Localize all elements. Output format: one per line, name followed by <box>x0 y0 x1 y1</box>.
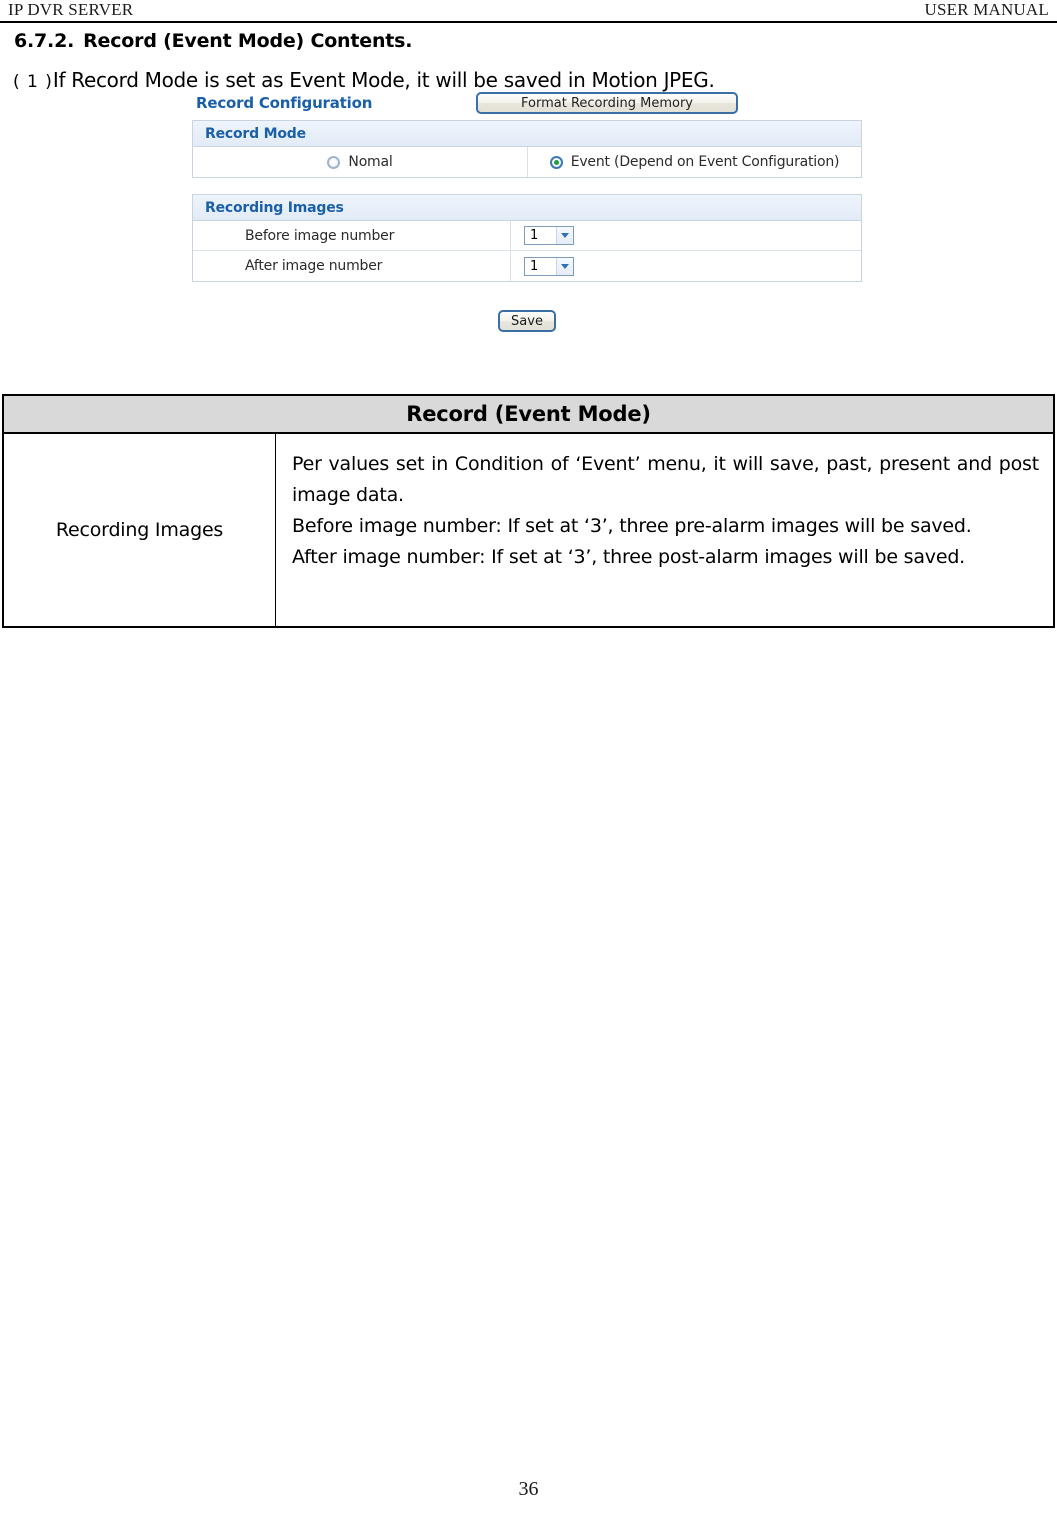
after-image-number-value-cell: 1 <box>511 251 861 281</box>
after-image-number-selected-value: 1 <box>530 258 539 274</box>
recording-images-panel: Recording Images Before image number 1 A… <box>192 194 862 282</box>
table-row: Recording Images Per values set in Condi… <box>4 434 1053 626</box>
record-configuration-title: Record Configuration <box>196 94 373 112</box>
record-event-mode-description-table: Record (Event Mode) Recording Images Per… <box>2 394 1055 628</box>
intro-enumerator: ( 1 ) <box>13 72 53 92</box>
record-configuration-screenshot: Record Configuration Format Recording Me… <box>192 92 862 332</box>
format-recording-memory-button[interactable]: Format Recording Memory <box>476 92 738 114</box>
chevron-down-icon[interactable] <box>556 257 573 275</box>
header-divider-rule <box>0 21 1057 23</box>
record-mode-option-event-label: Event (Depend on Event Configuration) <box>570 154 840 170</box>
record-mode-panel: Record Mode Nomal Event (Depend on Event… <box>192 120 862 178</box>
after-image-number-row: After image number 1 <box>193 251 861 281</box>
page-number: 36 <box>518 1478 539 1500</box>
before-image-number-select[interactable]: 1 <box>524 226 574 245</box>
record-mode-option-normal[interactable]: Nomal <box>193 147 527 177</box>
record-mode-option-normal-label: Nomal <box>348 154 393 170</box>
screenshot-topbar: Record Configuration Format Recording Me… <box>192 92 862 120</box>
radio-checked-icon[interactable] <box>549 155 563 169</box>
before-image-number-selected-value: 1 <box>530 228 539 243</box>
section-title: Record (Event Mode) Contents. <box>83 30 413 52</box>
description-table-key-cell: Recording Images <box>4 434 276 626</box>
description-table-header-row: Record (Event Mode) <box>4 396 1053 434</box>
description-paragraph-2: Before image number: If set at ‘3’, thre… <box>292 515 972 537</box>
header-right-text: USER MANUAL <box>924 0 1049 19</box>
record-mode-panel-header: Record Mode <box>193 121 861 147</box>
section-number: 6.7.2. <box>14 30 75 52</box>
save-button[interactable]: Save <box>498 310 556 332</box>
intro-text: If Record Mode is set as Event Mode, it … <box>52 68 715 92</box>
chevron-down-icon[interactable] <box>556 227 573 244</box>
before-image-number-value-cell: 1 <box>511 221 861 250</box>
running-header: IP DVR SERVER USER MANUAL <box>0 0 1057 22</box>
before-image-number-label: Before image number <box>193 221 511 250</box>
description-paragraph-1: Per values set in Condition of ‘Event’ m… <box>292 453 1039 506</box>
panel-spacer <box>192 178 862 194</box>
description-table-value-cell: Per values set in Condition of ‘Event’ m… <box>276 434 1053 626</box>
save-button-container: Save <box>192 310 862 332</box>
header-left-text: IP DVR SERVER <box>8 0 134 19</box>
radio-unchecked-icon[interactable] <box>327 155 341 169</box>
record-mode-option-event[interactable]: Event (Depend on Event Configuration) <box>527 147 861 177</box>
description-paragraph-3: After image number: If set at ‘3’, three… <box>292 546 966 568</box>
recording-images-panel-header: Recording Images <box>193 195 861 221</box>
after-image-number-select[interactable]: 1 <box>524 256 574 276</box>
page-title: 6.7.2. Record (Event Mode) Contents. <box>14 30 412 52</box>
description-table-header-text: Record (Event Mode) <box>406 402 651 426</box>
after-image-number-label: After image number <box>193 251 511 281</box>
before-image-number-row: Before image number 1 <box>193 221 861 251</box>
record-mode-options-row: Nomal Event (Depend on Event Configurati… <box>193 147 861 177</box>
intro-paragraph: ( 1 )If Record Mode is set as Event Mode… <box>13 68 715 92</box>
